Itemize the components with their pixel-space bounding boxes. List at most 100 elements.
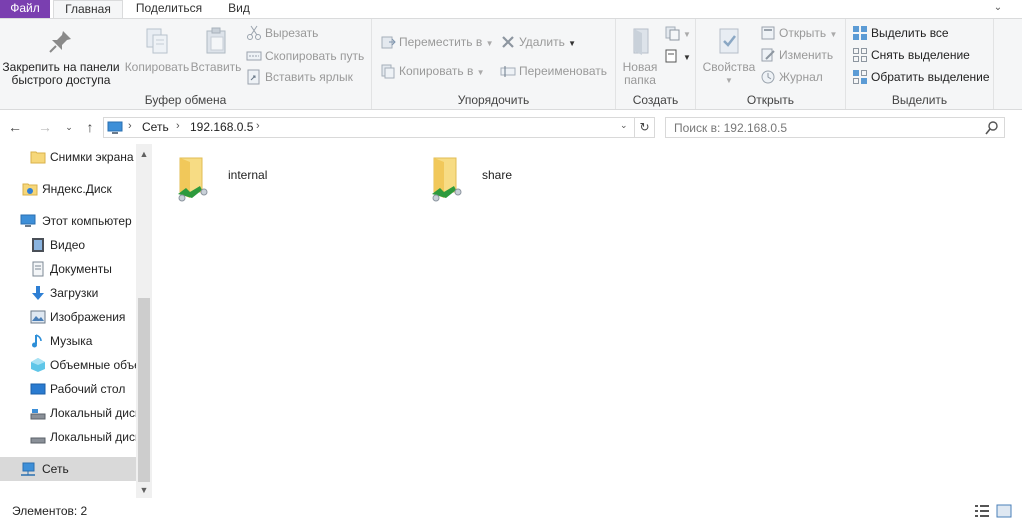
delete-label: Удалить (519, 35, 565, 49)
easy-access-button[interactable]: ▼ (664, 46, 691, 66)
address-dropdown-icon[interactable]: ⌄ (620, 120, 628, 131)
copy-label: Копировать (124, 60, 190, 74)
copy-path-icon (246, 51, 262, 61)
nav-item-3d-objects[interactable]: Объемные объекты (0, 353, 136, 377)
breadcrumb-network[interactable]: Сеть (142, 120, 169, 134)
scroll-thumb[interactable] (138, 298, 150, 482)
refresh-button[interactable]: ↻ (635, 117, 655, 138)
pictures-icon (30, 310, 46, 324)
search-placeholder: Поиск в: 192.168.0.5 (674, 121, 788, 135)
nav-item-screenshots[interactable]: Снимки экрана (0, 145, 136, 169)
details-view-icon[interactable] (974, 504, 990, 518)
select-none-button[interactable]: Снять выделение (852, 45, 970, 65)
nav-item-label: Загрузки (50, 286, 99, 300)
address-separator-icon: › (128, 120, 132, 132)
search-input[interactable]: Поиск в: 192.168.0.5 (665, 117, 1005, 138)
tab-home[interactable]: Главная (53, 0, 123, 19)
invert-selection-button[interactable]: Обратить выделение (852, 67, 990, 87)
nav-item-label: Локальный диск (C:) (50, 406, 136, 420)
nav-item-label: Рабочий стол (50, 382, 126, 396)
large-icons-view-icon[interactable] (996, 504, 1012, 518)
status-bar: Элементов: 2 (0, 498, 1022, 526)
group-clipboard: Закрепить на панели быстрого доступа Коп… (0, 19, 372, 109)
paste-icon (206, 27, 226, 54)
scroll-up-arrow-icon[interactable]: ▲ (136, 146, 152, 162)
copy-path-button[interactable]: Скопировать путь (246, 46, 364, 66)
pin-icon (49, 31, 71, 53)
invert-selection-icon (853, 70, 867, 84)
nav-item-label: Яндекс.Диск (42, 182, 112, 196)
ribbon-collapse-chevron-icon[interactable]: ⌄ (992, 2, 1004, 14)
refresh-icon: ↻ (639, 120, 650, 134)
pin-quick-access-button[interactable]: Закрепить на панели быстрого доступа (2, 23, 120, 87)
new-folder-button[interactable]: Новая папка (618, 23, 662, 87)
scroll-down-arrow-icon[interactable]: ▼ (136, 482, 152, 498)
nav-item-yandex-disk[interactable]: Яндекс.Диск (0, 177, 136, 201)
nav-item-music[interactable]: Музыка (0, 329, 136, 353)
rename-button[interactable]: Переименовать (500, 61, 607, 81)
nav-item-network[interactable]: Сеть (0, 457, 136, 481)
move-to-button[interactable]: Переместить в ▼ (380, 32, 494, 52)
recent-locations-chevron-icon[interactable]: ⌄ (60, 118, 78, 136)
tab-share[interactable]: Поделиться (129, 0, 209, 18)
nav-item-video[interactable]: Видео (0, 233, 136, 257)
open-button[interactable]: Открыть ▼ (760, 23, 837, 43)
network-icon (21, 462, 35, 476)
folder-item-share[interactable]: share (406, 150, 566, 206)
documents-icon (32, 261, 44, 277)
delete-dropdown-icon: ▼ (568, 39, 577, 48)
nav-item-drive-d[interactable]: Локальный диск (D:) (0, 425, 136, 449)
nav-item-label: Изображения (50, 310, 126, 324)
nav-item-drive-c[interactable]: Локальный диск (C:) (0, 401, 136, 425)
nav-item-label: Видео (50, 238, 86, 252)
up-arrow-icon[interactable]: ↑ (81, 118, 99, 136)
copy-button[interactable]: Копировать (124, 23, 190, 74)
group-new-label: Создать (632, 93, 679, 107)
copy-to-icon (381, 64, 395, 79)
navigation-scrollbar[interactable]: ▲ ▼ (136, 144, 152, 498)
new-item-button[interactable]: ▼ (664, 23, 691, 43)
pin-label-line2: быстрого доступа (11, 73, 111, 87)
open-icon (761, 26, 775, 40)
edit-button[interactable]: Изменить (760, 45, 833, 65)
edit-icon (761, 48, 775, 62)
search-icon (985, 121, 998, 135)
nav-item-this-pc[interactable]: Этот компьютер (0, 209, 136, 233)
nav-item-pictures[interactable]: Изображения (0, 305, 136, 329)
address-bar[interactable]: › Сеть › 192.168.0.5 › ⌄ (103, 117, 635, 138)
paste-shortcut-button[interactable]: Вставить ярлык (246, 67, 353, 87)
select-all-icon (853, 26, 867, 40)
back-arrow-icon[interactable]: ← (6, 118, 24, 136)
nav-item-desktop[interactable]: Рабочий стол (0, 377, 136, 401)
nav-item-downloads[interactable]: Загрузки (0, 281, 136, 305)
nav-item-label: Этот компьютер (42, 214, 132, 228)
3d-objects-icon (31, 358, 45, 372)
folder-item-internal[interactable]: internal (152, 150, 312, 206)
item-count: Элементов: 2 (12, 504, 88, 518)
group-organize-label: Упорядочить (457, 93, 530, 107)
yandex-disk-icon (22, 183, 38, 196)
history-button[interactable]: Журнал (760, 67, 823, 87)
properties-dropdown-icon: ▼ (725, 76, 733, 85)
folder-name: share (482, 168, 513, 182)
new-folder-label-line2: папка (624, 73, 656, 87)
folder-icon (30, 151, 46, 164)
properties-button[interactable]: Свойства ▼ (700, 23, 758, 87)
breadcrumb-host[interactable]: 192.168.0.5 (190, 120, 253, 134)
shared-folder-icon (178, 157, 208, 202)
tab-file[interactable]: Файл (0, 0, 50, 18)
paste-button[interactable]: Вставить (190, 23, 242, 74)
copy-path-label: Скопировать путь (265, 49, 365, 63)
delete-button[interactable]: Удалить ▼ (500, 32, 576, 52)
copy-to-button[interactable]: Копировать в ▼ (380, 61, 485, 81)
cut-label: Вырезать (265, 26, 319, 40)
ribbon-tabs: Файл Главная Поделиться Вид ⌄ (0, 0, 1022, 19)
address-separator-icon: › (176, 120, 180, 132)
nav-item-documents[interactable]: Документы (0, 257, 136, 281)
select-all-button[interactable]: Выделить все (852, 23, 949, 43)
nav-item-label: Объемные объекты (50, 358, 136, 372)
cut-button[interactable]: Вырезать (246, 23, 318, 43)
tab-view[interactable]: Вид (215, 0, 263, 18)
forward-arrow-icon[interactable]: → (36, 118, 54, 136)
new-item-dropdown-icon: ▼ (683, 30, 691, 39)
